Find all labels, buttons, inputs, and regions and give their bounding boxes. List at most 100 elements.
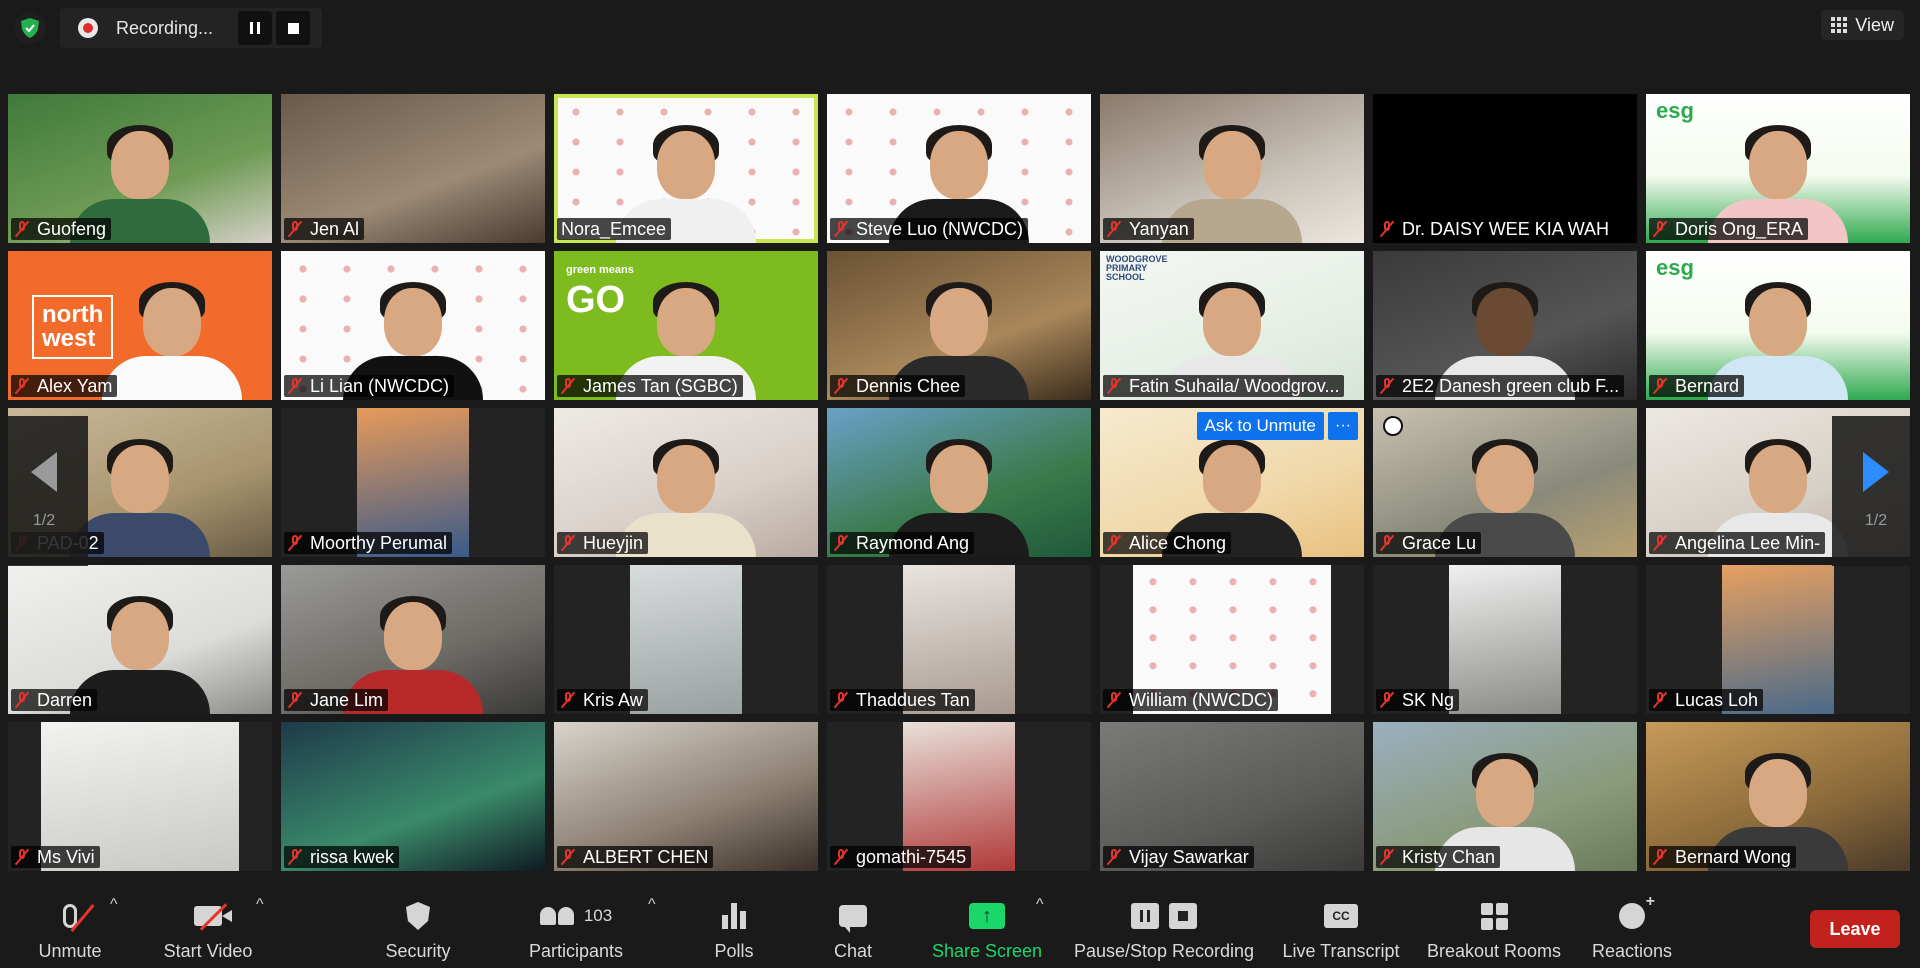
audio-options-caret-icon[interactable]: ^ <box>110 896 118 914</box>
name-tag: James Tan (SGBC) <box>557 375 743 397</box>
stop-recording-button[interactable] <box>276 11 310 45</box>
pause-stop-recording-button[interactable]: Pause/Stop Recording <box>1072 884 1256 968</box>
share-screen-button[interactable]: ↑ Share Screen <box>930 884 1044 968</box>
video-tile[interactable]: rissa kwek <box>281 722 545 871</box>
live-transcript-label: Live Transcript <box>1282 941 1400 961</box>
chat-label: Chat <box>833 941 873 961</box>
leave-button[interactable]: Leave <box>1810 910 1900 948</box>
video-tile[interactable]: Hueyjin <box>554 408 818 557</box>
video-tile[interactable]: Kristy Chan <box>1373 722 1637 871</box>
mic-muted-icon <box>834 848 848 866</box>
video-tile[interactable]: Jane Lim <box>281 565 545 714</box>
mic-muted-icon <box>1380 848 1394 866</box>
video-tile[interactable]: ALBERT CHEN <box>554 722 818 871</box>
video-tile[interactable]: Vijay Sawarkar <box>1100 722 1364 871</box>
name-tag: rissa kwek <box>284 846 400 868</box>
video-tile[interactable]: Guofeng <box>8 94 272 243</box>
video-tile[interactable]: Li Lian (NWCDC) <box>281 251 545 400</box>
video-tile[interactable]: Bernard Wong <box>1646 722 1910 871</box>
name-tag: Kris Aw <box>557 689 648 711</box>
video-tile[interactable]: Lucas Loh <box>1646 565 1910 714</box>
pause-recording-button[interactable] <box>238 11 272 45</box>
video-tile[interactable]: William (NWCDC) <box>1100 565 1364 714</box>
security-button[interactable]: Security <box>378 884 458 968</box>
video-tile[interactable]: Thaddues Tan <box>827 565 1091 714</box>
name-tag: Doris Ong_ERA <box>1649 218 1809 240</box>
mic-muted-icon <box>1653 691 1667 709</box>
previous-page-button[interactable]: 1/2 <box>0 416 88 566</box>
mic-muted-icon <box>561 848 575 866</box>
mic-muted-icon <box>288 534 302 552</box>
mic-muted-icon <box>15 691 29 709</box>
video-tile[interactable]: Kris Aw <box>554 565 818 714</box>
participants-options-caret-icon[interactable]: ^ <box>648 896 656 914</box>
mic-muted-icon <box>288 220 302 238</box>
video-tile[interactable]: esg Bernard <box>1646 251 1910 400</box>
live-transcript-button[interactable]: CC Live Transcript <box>1278 884 1404 968</box>
name-tag: Steve Luo (NWCDC) <box>830 218 1029 240</box>
participants-label: Participants <box>528 941 624 961</box>
name-tag: Nora_Emcee <box>557 218 672 240</box>
name-tag: Vijay Sawarkar <box>1103 846 1254 868</box>
name-tag: William (NWCDC) <box>1103 689 1278 711</box>
mic-muted-icon <box>561 691 575 709</box>
pause-icon <box>250 22 260 34</box>
video-tile[interactable]: Moorthy Perumal <box>281 408 545 557</box>
video-tile[interactable]: Steve Luo (NWCDC) <box>827 94 1091 243</box>
video-options-caret-icon[interactable]: ^ <box>256 896 264 914</box>
video-tile[interactable]: Darren <box>8 565 272 714</box>
ask-to-unmute-button[interactable]: Ask to Unmute <box>1196 412 1324 440</box>
unmute-label: Unmute <box>38 941 102 961</box>
mic-muted-icon <box>288 691 302 709</box>
reactions-label: Reactions <box>1591 941 1673 961</box>
video-tile[interactable]: esg Doris Ong_ERA <box>1646 94 1910 243</box>
security-label: Security <box>385 941 451 961</box>
more-options-button[interactable]: ··· <box>1328 412 1358 440</box>
video-tile[interactable]: Raymond Ang <box>827 408 1091 557</box>
video-tile[interactable]: gomathi-7545 <box>827 722 1091 871</box>
video-tile[interactable]: green means GO James Tan (SGBC) <box>554 251 818 400</box>
share-options-caret-icon[interactable]: ^ <box>1036 896 1044 914</box>
video-tile-active-speaker[interactable]: Nora_Emcee <box>554 94 818 243</box>
video-tile[interactable]: SK Ng <box>1373 565 1637 714</box>
video-tile[interactable]: Dr. DAISY WEE KIA WAH <box>1373 94 1637 243</box>
mic-muted-icon <box>834 534 848 552</box>
meeting-toolbar: Unmute ^ Start Video ^ Security 103 Part… <box>0 884 1920 968</box>
encryption-shield-icon[interactable] <box>14 12 46 44</box>
recording-label: Recording... <box>116 17 214 38</box>
unmute-button[interactable]: Unmute <box>26 884 114 968</box>
name-tag: Fatin Suhaila/ Woodgrov... <box>1103 375 1345 397</box>
reactions-button[interactable]: Reactions <box>1590 884 1674 968</box>
closed-caption-icon: CC <box>1324 904 1358 928</box>
name-tag: Thaddues Tan <box>830 689 975 711</box>
chat-bubble-icon <box>839 905 867 933</box>
video-tile[interactable]: Jen Al <box>281 94 545 243</box>
mic-muted-icon <box>1107 377 1121 395</box>
breakout-rooms-button[interactable]: Breakout Rooms <box>1424 884 1564 968</box>
recording-indicator: Recording... <box>60 8 322 48</box>
esg-logo: esg <box>1656 98 1694 123</box>
next-page-button[interactable]: 1/2 <box>1832 416 1920 566</box>
mic-muted-icon <box>1107 220 1121 238</box>
polls-button[interactable]: Polls <box>710 884 758 968</box>
video-tile[interactable]: Grace Lu <box>1373 408 1637 557</box>
video-tile[interactable]: north west Alex Yam <box>8 251 272 400</box>
name-tag: Alex Yam <box>11 375 118 397</box>
start-video-button[interactable]: Start Video <box>156 884 260 968</box>
video-tile[interactable]: Dennis Chee <box>827 251 1091 400</box>
green-means-text: green means <box>566 264 634 276</box>
video-tile[interactable]: 2E2 Danesh green club F... <box>1373 251 1637 400</box>
participants-button[interactable]: 103 Participants <box>524 884 628 968</box>
mic-muted-icon <box>15 220 29 238</box>
name-tag: Bernard <box>1649 375 1745 397</box>
video-tile[interactable]: Ask to Unmute ··· Alice Chong <box>1100 408 1364 557</box>
view-button[interactable]: View <box>1821 10 1904 40</box>
name-tag: Dennis Chee <box>830 375 966 397</box>
chat-button[interactable]: Chat <box>830 884 876 968</box>
video-tile[interactable]: Yanyan <box>1100 94 1364 243</box>
video-tile[interactable]: WOODGROVE PRIMARY SCHOOL Fatin Suhaila/ … <box>1100 251 1364 400</box>
video-tile[interactable]: Ms Vivi <box>8 722 272 871</box>
share-screen-label: Share Screen <box>931 941 1043 961</box>
name-tag: Dr. DAISY WEE KIA WAH <box>1376 218 1615 240</box>
mic-muted-icon <box>834 220 848 238</box>
